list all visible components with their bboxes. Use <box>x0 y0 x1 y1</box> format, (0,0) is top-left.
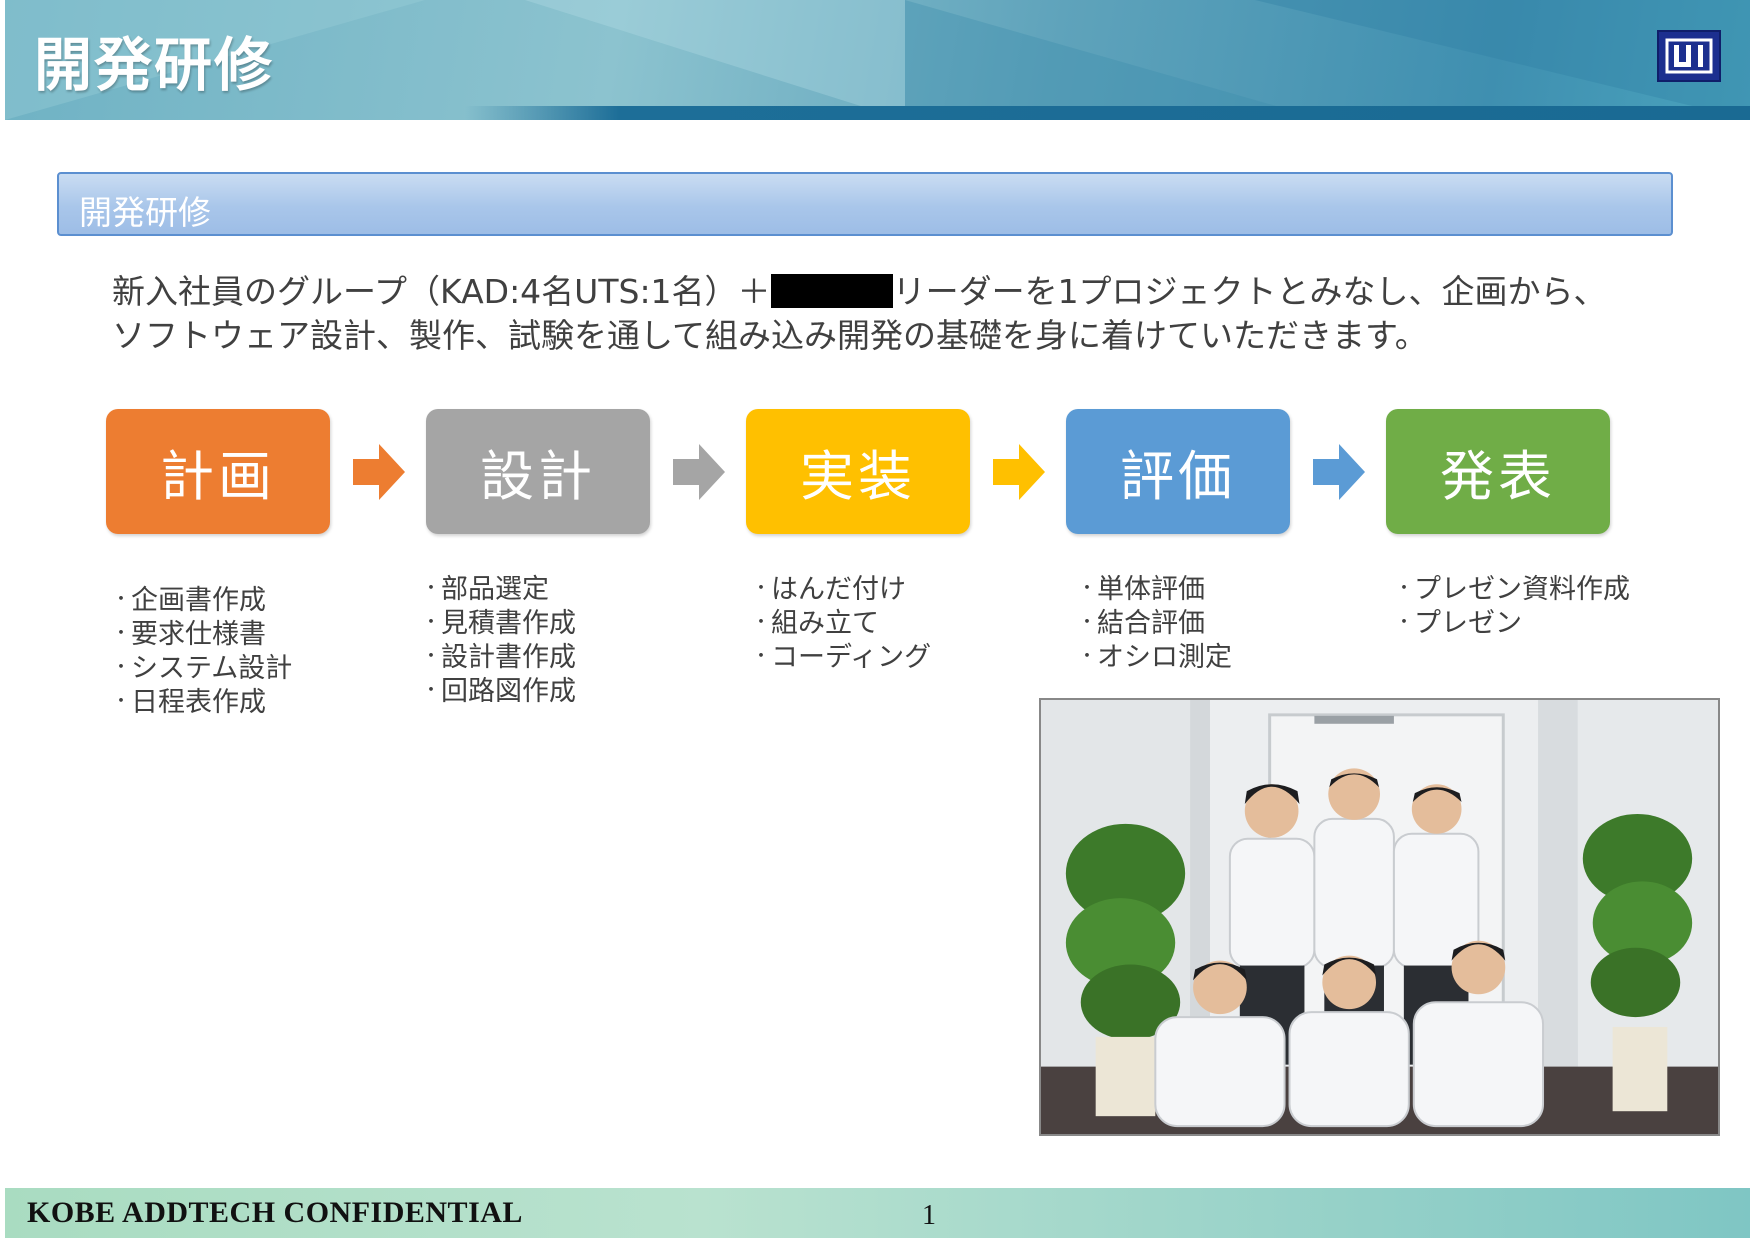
process-step-tasks: 単体評価結合評価オシロ測定 <box>1078 572 1232 674</box>
process-step-3: 実装 <box>746 409 970 534</box>
arrow-right-icon <box>353 444 405 500</box>
task-item: 要求仕様書 <box>112 617 292 651</box>
task-item: 企画書作成 <box>112 583 292 617</box>
task-item: 日程表作成 <box>112 685 292 719</box>
process-step-label: 設計 <box>480 445 596 508</box>
redaction-block <box>770 274 893 308</box>
description-paragraph: 新入社員のグループ（KAD:4名UTS:1名）＋ リーダーを1プロジェクトとみなし… <box>112 270 1672 358</box>
banner-facet <box>525 0 905 120</box>
banner-band <box>465 106 1750 120</box>
process-step-2: 設計 <box>426 409 650 534</box>
description-text: リーダーを1プロジェクトとみなし、企画から、 <box>892 272 1607 311</box>
task-item: 見積書作成 <box>422 606 576 640</box>
process-step-tasks: プレゼン資料作成プレゼン <box>1395 572 1630 640</box>
process-step-5: 発表 <box>1386 409 1610 534</box>
arrow-right-icon <box>1313 444 1365 500</box>
task-item: はんだ付け <box>752 572 931 606</box>
page-title: 開発研修 <box>34 31 275 99</box>
description-line-2: ソフトウェア設計、製作、試験を通して組み込み開発の基礎を身に着けていただきます。 <box>112 316 1428 355</box>
task-item: 単体評価 <box>1078 572 1232 606</box>
task-item: 回路図作成 <box>422 674 576 708</box>
task-item: 組み立て <box>752 606 931 640</box>
process-step-1: 計画 <box>106 409 330 534</box>
process-step-label: 実装 <box>800 445 916 508</box>
task-item: 設計書作成 <box>422 640 576 674</box>
footer-bar: KOBE ADDTECH CONFIDENTIAL 1 <box>5 1188 1750 1238</box>
process-step-tasks: はんだ付け組み立てコーディング <box>752 572 931 674</box>
task-item: オシロ測定 <box>1078 640 1232 674</box>
task-item: プレゼン資料作成 <box>1395 572 1630 606</box>
arrow-right-icon <box>673 444 725 500</box>
description-line-1: 新入社員のグループ（KAD:4名UTS:1名）＋ リーダーを1プロジェクトとみなし… <box>112 270 1672 314</box>
task-item: プレゼン <box>1395 606 1630 640</box>
task-item: コーディング <box>752 640 931 674</box>
task-item: 結合評価 <box>1078 606 1232 640</box>
task-item: 部品選定 <box>422 572 576 606</box>
process-step-label: 評価 <box>1120 445 1236 508</box>
task-item: システム設計 <box>112 651 292 685</box>
group-photo <box>1039 698 1720 1136</box>
section-heading: 開発研修 <box>79 193 211 232</box>
confidential-label: KOBE ADDTECH CONFIDENTIAL <box>27 1196 523 1229</box>
process-step-tasks: 企画書作成要求仕様書システム設計日程表作成 <box>112 583 292 719</box>
process-step-4: 評価 <box>1066 409 1290 534</box>
process-step-tasks: 部品選定見積書作成設計書作成回路図作成 <box>422 572 576 708</box>
process-step-label: 計画 <box>160 445 276 508</box>
process-step-label: 発表 <box>1440 445 1556 508</box>
company-logo-icon <box>1657 30 1721 82</box>
arrow-right-icon <box>993 444 1045 500</box>
page-number: 1 <box>922 1200 936 1231</box>
description-text: 新入社員のグループ（KAD:4名UTS:1名）＋ <box>112 272 771 311</box>
section-heading-bar: 開発研修 <box>57 172 1673 236</box>
